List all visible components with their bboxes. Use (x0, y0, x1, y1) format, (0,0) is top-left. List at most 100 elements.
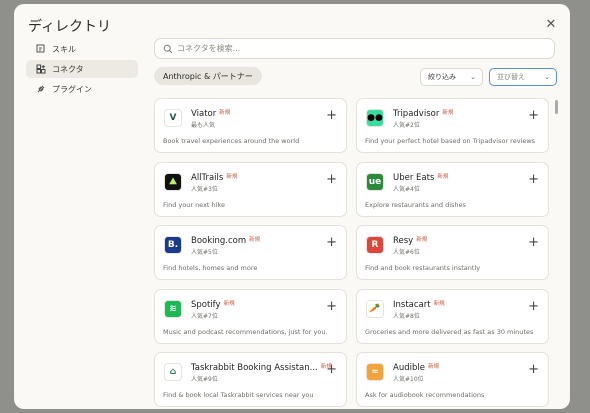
connector-card[interactable]: ue Uber Eats 新規 人気#4位 Explore restaurants an… (356, 161, 549, 217)
skill-icon (36, 44, 46, 54)
connector-name: Audible (393, 363, 425, 373)
connector-rank: 人気#2位 (393, 122, 420, 129)
new-badge: 新規 (433, 300, 445, 307)
connector-card[interactable]: ≈ Audible 新規 人気#10位 Ask for audiobook recomm… (356, 352, 549, 407)
add-icon[interactable]: + (326, 300, 337, 313)
connector-grid: V Viator 新規 最も人気 Book travel experiences aro… (154, 98, 559, 409)
connector-description: Explore restaurants and dishes (365, 200, 466, 209)
connector-name-row: Uber Eats 新規 (393, 172, 448, 183)
connector-rank: 人気#10位 (393, 376, 424, 383)
spotify-icon: ≋ (164, 299, 182, 318)
connector-rank: 人気#7位 (191, 312, 218, 320)
connector-name-row: Resy 新規 (393, 235, 427, 246)
connector-card[interactable]: ⛰ AllTrails 新規 人気#3位 Find your next hike + (154, 161, 347, 217)
connector-rank: 人気#4位 (393, 185, 420, 193)
connector-name-row: Audible 新規 (393, 362, 439, 373)
sidebar-item-label: プラグイン (52, 84, 92, 94)
audible-icon: ≈ (366, 363, 384, 381)
connector-name: Resy (393, 236, 414, 246)
add-icon[interactable]: + (528, 363, 539, 376)
new-badge: 新規 (442, 110, 454, 116)
add-icon[interactable]: + (528, 109, 539, 122)
main-content: コネクタを検索... Anthropic & パートナー 絞り込み ⌄ 並び替え… (154, 38, 559, 409)
chevron-down-icon: ⌄ (544, 73, 550, 81)
connector-rank: 人気#8位 (393, 312, 420, 320)
connector-description: Find your perfect hotel based on Tripadv… (365, 137, 536, 145)
connector-description: Book travel experiences around the world (163, 137, 300, 145)
connector-card[interactable]: V Viator 新規 最も人気 Book travel experiences aro… (154, 98, 347, 153)
search-input[interactable]: コネクタを検索... (154, 38, 555, 59)
sidebar-item-label: コネクタ (52, 64, 84, 74)
add-icon[interactable]: + (326, 109, 337, 122)
dialog-title: ディレクトリ (28, 19, 112, 35)
search-icon (163, 44, 173, 54)
connector-description: Music and podcast recommendations, just … (163, 327, 328, 336)
sidebar-item-connectors[interactable]: コネクタ (26, 60, 138, 78)
connector-card[interactable]: ●● Tripadvisor 新規人気#2位 Find your perfect ho… (356, 98, 549, 153)
chevron-down-icon: ⌄ (470, 73, 476, 81)
uber-eats-icon: ue (366, 172, 384, 191)
connector-name: Instacart (393, 299, 431, 310)
sort-dropdown[interactable]: 並び替え ⌄ (489, 68, 557, 86)
connector-rank: 人気#9位 (191, 376, 218, 383)
sidebar-nav: スキル コネクタ プラグイン (26, 40, 138, 100)
connector-rank: 最も人気 (191, 122, 216, 129)
connector-name: Viator (191, 109, 217, 119)
connector-name-row: Spotify 新規 (191, 299, 235, 310)
connector-description: Groceries and more delivered as fast as … (365, 327, 534, 336)
taskrabbit-icon: ⌂ (164, 363, 182, 381)
filter-dropdown-label: 絞り込み (428, 73, 456, 81)
add-icon[interactable]: + (528, 173, 539, 186)
connector-name: Booking.com (191, 236, 247, 246)
close-icon[interactable]: ✕ (544, 18, 558, 32)
connector-card[interactable]: 🥕 Instacart 新規 人気#8位 Groceries and more deli… (356, 288, 549, 344)
plugin-icon (36, 84, 46, 94)
connector-description: Find your next hike (163, 200, 225, 209)
tripadvisor-icon: ●● (366, 109, 384, 127)
add-icon[interactable]: + (326, 236, 337, 249)
new-badge: 新規 (226, 173, 238, 180)
new-badge: 新規 (437, 173, 449, 180)
filter-dropdown[interactable]: 絞り込み ⌄ (420, 68, 483, 86)
connector-name: Tripadvisor (393, 109, 440, 119)
instacart-icon: 🥕 (366, 299, 384, 318)
new-badge: 新規 (427, 364, 439, 370)
connector-card[interactable]: ≋ Spotify 新規 人気#7位 Music and podcast recomme… (154, 288, 347, 344)
resy-icon: R (366, 236, 384, 254)
new-badge: 新規 (249, 237, 261, 243)
connector-name: Uber Eats (393, 172, 435, 183)
connector-description: Ask for audiobook recommendations (365, 391, 485, 399)
connector-card[interactable]: R Resy 新規人気#6位 Find and book restaurants in… (356, 225, 549, 280)
connector-description: Find hotels, homes and more (163, 264, 258, 272)
connector-name-row: Instacart 新規 (393, 299, 445, 310)
new-badge: 新規 (223, 300, 235, 307)
search-placeholder: コネクタを検索... (177, 44, 241, 53)
filter-chip-anthropic-partners[interactable]: Anthropic & パートナー (154, 67, 262, 85)
add-icon[interactable]: + (326, 173, 337, 186)
connector-name: Spotify (191, 299, 221, 310)
connector-name-row: AllTrails 新規 (191, 172, 237, 183)
add-icon[interactable]: + (528, 300, 539, 313)
add-icon[interactable]: + (528, 236, 539, 249)
connector-card[interactable]: ⌂ Taskrabbit Booking Assistan... 新規 人気#9位 Fi… (154, 352, 347, 407)
connector-rank: 人気#6位 (393, 249, 420, 256)
sidebar-item-skills[interactable]: スキル (26, 40, 138, 58)
scrollbar[interactable] (555, 100, 558, 114)
connector-card[interactable]: B. Booking.com 新規人気#5位 Find hotels, homes a… (154, 225, 347, 280)
connector-rank: 人気#5位 (191, 249, 218, 256)
directory-dialog: ディレクトリ ✕ スキル コネクタ プラグイン コネクタを検索... Anthr… (14, 4, 570, 409)
alltrails-icon: ⛰ (164, 172, 182, 191)
connector-name-row: Tripadvisor 新規 (393, 108, 453, 119)
connector-name-row: Booking.com 新規 (191, 235, 260, 246)
connector-rank: 人気#3位 (191, 185, 218, 193)
sort-dropdown-label: 並び替え (497, 73, 525, 81)
connector-name-row: Taskrabbit Booking Assistan... 新規 (191, 362, 332, 373)
new-badge: 新規 (416, 237, 428, 243)
sidebar-item-plugins[interactable]: プラグイン (26, 80, 138, 98)
new-badge: 新規 (219, 110, 231, 116)
add-icon[interactable]: + (326, 363, 337, 376)
connector-description: Find and book restaurants instantly (365, 264, 481, 272)
booking-icon: B. (164, 236, 182, 254)
connector-name-row: Viator 新規 (191, 108, 230, 119)
sidebar-item-label: スキル (52, 44, 76, 54)
